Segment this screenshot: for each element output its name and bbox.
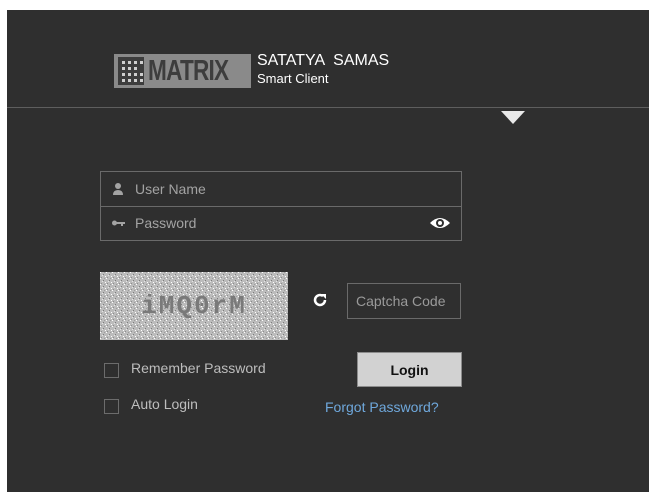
forgot-password-link[interactable]: Forgot Password? [325, 399, 439, 415]
refresh-icon[interactable] [311, 291, 329, 309]
brand-title-block: SATATYA SAMAS Smart Client [257, 52, 389, 86]
header: MATRIX SATATYA SAMAS Smart Client [7, 10, 649, 107]
header-divider [7, 107, 649, 108]
captcha-image: iMQ0rM [100, 272, 288, 340]
password-placeholder: Password [135, 215, 197, 231]
username-placeholder: User Name [135, 181, 206, 197]
app-title: SATATYA SAMAS [257, 52, 390, 69]
app-subtitle: Smart Client [257, 71, 329, 86]
logo-box: MATRIX [114, 54, 251, 88]
auto-login-label[interactable]: Auto Login [131, 396, 198, 412]
login-button[interactable]: Login [357, 352, 462, 387]
matrix-logo: MATRIX [114, 54, 251, 88]
captcha-text: iMQ0rM [141, 291, 247, 321]
logo-dots-icon [118, 57, 144, 85]
expand-caret-icon[interactable] [501, 111, 525, 124]
remember-password-label[interactable]: Remember Password [131, 360, 266, 376]
login-window: MATRIX SATATYA SAMAS Smart Client User N… [7, 10, 649, 492]
captcha-code-input[interactable] [347, 283, 461, 319]
remember-password-checkbox[interactable] [104, 363, 119, 378]
password-field[interactable]: Password [101, 206, 461, 240]
logo-text: MATRIX [147, 55, 229, 87]
user-icon [111, 182, 125, 196]
username-field[interactable]: User Name [101, 172, 461, 206]
eye-icon[interactable] [429, 215, 451, 231]
key-icon [111, 216, 125, 230]
credentials-box: User Name Password [100, 171, 462, 241]
auto-login-checkbox[interactable] [104, 399, 119, 414]
